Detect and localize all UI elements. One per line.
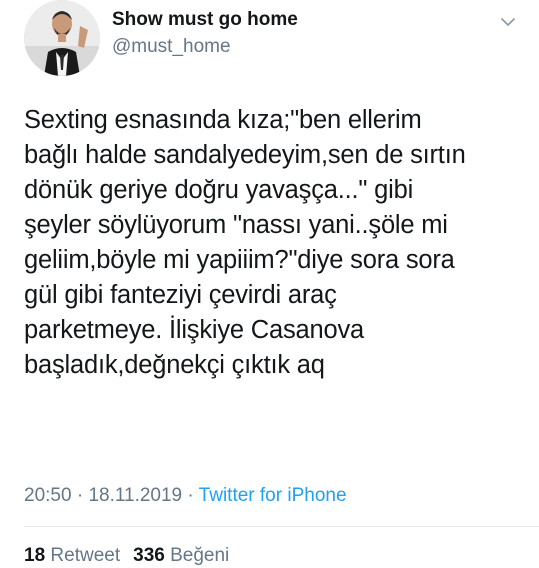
tweet-header: Show must go home @must_home [0,0,539,90]
like-label: Beğeni [170,545,230,566]
divider [24,526,539,527]
meta-separator: · [76,485,84,506]
chevron-down-icon[interactable] [497,11,519,33]
tweet-text: Sexting esnasında kıza;"ben ellerim bağl… [24,106,466,379]
like-stat[interactable]: 336 Beğeni [133,545,229,566]
retweet-count: 18 [24,545,46,566]
avatar-image [24,0,100,76]
retweet-label: Retweet [50,545,121,566]
display-name[interactable]: Show must go home [112,9,298,31]
tweet-stats: 18 Retweet 336 Beğeni [24,545,229,567]
retweet-stat[interactable]: 18 Retweet [24,545,120,566]
user-handle[interactable]: @must_home [112,36,231,58]
tweet-meta: 20:50 · 18.11.2019 · Twitter for iPhone [24,485,347,507]
meta-separator: · [187,485,194,506]
avatar[interactable] [24,0,100,76]
tweet-date[interactable]: 18.11.2019 [88,485,182,506]
like-count: 336 [133,545,165,566]
tweet-source-link[interactable]: Twitter for iPhone [199,485,347,506]
tweet-time[interactable]: 20:50 [24,485,72,506]
